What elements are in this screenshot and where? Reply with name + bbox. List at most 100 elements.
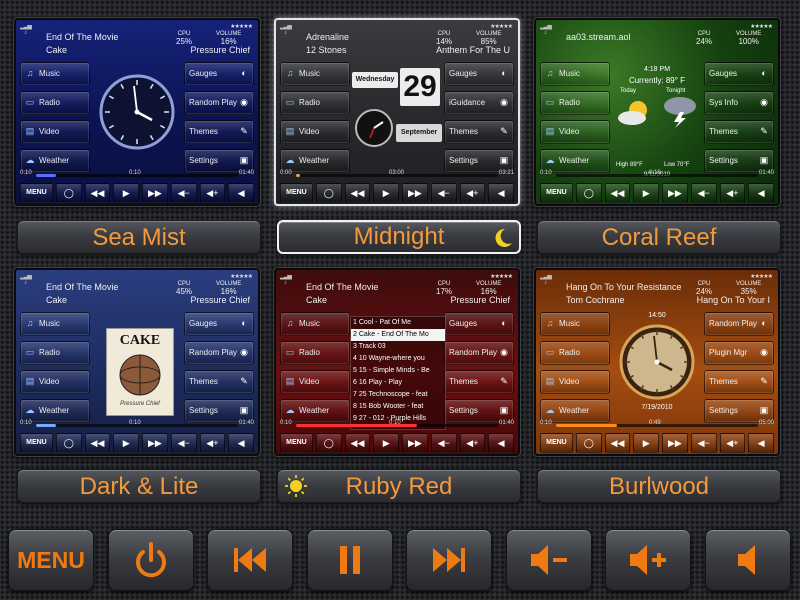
menu-button-gauges[interactable]: Gauges ◐	[704, 62, 774, 86]
playlist-item[interactable]: 6 16 Play - Play	[351, 377, 445, 389]
progress-bar[interactable]: 0:10 0:10 01:40	[280, 420, 514, 430]
pause-button[interactable]	[306, 529, 393, 591]
prev-icon[interactable]: ◀◀	[84, 183, 111, 203]
menu-button[interactable]: MENU	[540, 433, 573, 453]
theme-label-coral-reef[interactable]: Coral Reef	[537, 220, 781, 254]
theme-preview-dark-lite[interactable]: ▂▃▅ ★★★★★ ♪ End Of The Movie Cake Pressure Ch…	[14, 268, 260, 456]
menu-button-video[interactable]: ▤ Video	[20, 370, 90, 394]
menu-button[interactable]: MENU	[8, 529, 94, 591]
menu-button-themes[interactable]: Themes ✎	[444, 120, 514, 144]
prev-icon[interactable]: ◀◀	[344, 433, 371, 453]
menu-button[interactable]: MENU	[280, 433, 313, 453]
theme-label-midnight[interactable]: Midnight	[277, 220, 521, 254]
menu-button-random-play[interactable]: Random Play ◉	[184, 91, 254, 115]
play-icon[interactable]: ▶	[113, 433, 140, 453]
mute-icon[interactable]: ◀	[748, 433, 774, 453]
playlist-item[interactable]: 7 25 Technoscope - feat	[351, 389, 445, 401]
theme-preview-burlwood[interactable]: ▂▃▅ ★★★★★ ♪ Hang On To Your Resistance Tom C…	[534, 268, 780, 456]
vol-down-icon[interactable]: ◀−	[430, 183, 457, 203]
progress-bar[interactable]: 0:10 0:10 01:40	[20, 170, 254, 180]
menu-button-music[interactable]: ♫ Music	[540, 312, 610, 336]
play-icon[interactable]: ▶	[113, 183, 140, 203]
play-icon[interactable]: ▶	[633, 183, 660, 203]
power-button[interactable]	[107, 529, 194, 591]
menu-button-random-play[interactable]: Random Play ◉	[184, 341, 254, 365]
menu-button-themes[interactable]: Themes ✎	[704, 120, 774, 144]
vol-down-icon[interactable]: ◀−	[690, 183, 717, 203]
theme-preview-sea-mist[interactable]: ▂▃▅ ★★★★★ ♪ End Of The Movie Cake Pressure Ch…	[14, 18, 260, 206]
theme-preview-midnight[interactable]: ▂▃▅ ★★★★★ ♪ Adrenaline 12 Stones Anthem For T…	[274, 18, 520, 206]
menu-button-sys-info[interactable]: Sys Info ◉	[704, 91, 774, 115]
menu-button-gauges[interactable]: Gauges ◐	[444, 312, 514, 336]
play-icon[interactable]: ▶	[373, 433, 400, 453]
playlist-item[interactable]: 2 Cake - End Of The Mo	[351, 329, 445, 341]
menu-button-random-play[interactable]: Random Play ◐	[704, 312, 774, 336]
prev-icon[interactable]: ◀◀	[84, 433, 111, 453]
menu-button-video[interactable]: ▤ Video	[540, 120, 610, 144]
menu-button-themes[interactable]: Themes ✎	[704, 370, 774, 394]
menu-button[interactable]: MENU	[20, 183, 53, 203]
menu-button-gauges[interactable]: Gauges ◐	[444, 62, 514, 86]
menu-button[interactable]: MENU	[20, 433, 53, 453]
menu-button-themes[interactable]: Themes ✎	[444, 370, 514, 394]
theme-label-dark-lite[interactable]: Dark & Lite	[17, 469, 261, 503]
menu-button-themes[interactable]: Themes ✎	[184, 120, 254, 144]
menu-button[interactable]: MENU	[540, 183, 573, 203]
next-icon[interactable]: ▶▶	[142, 433, 168, 453]
menu-button-iguidance[interactable]: iGuidance ◉	[444, 91, 514, 115]
menu-button-gauges[interactable]: Gauges ◐	[184, 312, 254, 336]
prev-icon[interactable]: ◀◀	[604, 433, 631, 453]
power-icon[interactable]: ◯	[575, 433, 602, 453]
power-icon[interactable]: ◯	[55, 433, 82, 453]
next-icon[interactable]: ▶▶	[402, 183, 428, 203]
playlist-item[interactable]: 1 Cool - Pat Of Me	[351, 317, 445, 329]
next-icon[interactable]: ▶▶	[402, 433, 428, 453]
playlist-item[interactable]: 4 10 Wayne-where you	[351, 353, 445, 365]
vol-up-icon[interactable]: ◀+	[199, 183, 226, 203]
menu-button-video[interactable]: ▤ Video	[280, 120, 350, 144]
play-icon[interactable]: ▶	[373, 183, 400, 203]
vol-down-icon[interactable]: ◀−	[170, 433, 197, 453]
vol-up-icon[interactable]: ◀+	[459, 433, 486, 453]
power-icon[interactable]: ◯	[55, 183, 82, 203]
mute-button[interactable]	[704, 529, 791, 591]
theme-label-sea-mist[interactable]: Sea Mist	[17, 220, 261, 254]
mute-icon[interactable]: ◀	[228, 433, 254, 453]
next-icon[interactable]: ▶▶	[662, 183, 688, 203]
menu-button-video[interactable]: ▤ Video	[280, 370, 350, 394]
menu-button-music[interactable]: ♫ Music	[540, 62, 610, 86]
play-icon[interactable]: ▶	[633, 433, 660, 453]
mute-icon[interactable]: ◀	[228, 183, 254, 203]
menu-button-radio[interactable]: ▭ Radio	[20, 91, 90, 115]
theme-preview-coral-reef[interactable]: ▂▃▅ ★★★★★ ♪ aa03.stream.aol CPU 24% VOLUME 100%…	[534, 18, 780, 206]
theme-label-burlwood[interactable]: Burlwood	[537, 469, 781, 503]
mute-icon[interactable]: ◀	[748, 183, 774, 203]
power-icon[interactable]: ◯	[575, 183, 602, 203]
previous-button[interactable]	[207, 529, 293, 591]
theme-label-ruby-red[interactable]: Ruby Red	[277, 469, 521, 503]
menu-button-music[interactable]: ♫ Music	[20, 62, 90, 86]
menu-button-video[interactable]: ▤ Video	[20, 120, 90, 144]
menu-button-radio[interactable]: ▭ Radio	[20, 341, 90, 365]
prev-icon[interactable]: ◀◀	[604, 183, 631, 203]
menu-button-radio[interactable]: ▭ Radio	[280, 91, 350, 115]
playlist-item[interactable]: 5 15 - Simple Minds - Be	[351, 365, 445, 377]
vol-down-icon[interactable]: ◀−	[170, 183, 197, 203]
vol-up-icon[interactable]: ◀+	[719, 433, 746, 453]
vol-down-icon[interactable]: ◀−	[430, 433, 457, 453]
theme-preview-ruby-red[interactable]: ▂▃▅ ★★★★★ ♪ End Of The Movie Cake Pressure Ch…	[274, 268, 520, 456]
progress-bar[interactable]: 0:10 0:49 05:00	[540, 420, 774, 430]
menu-button-video[interactable]: ▤ Video	[540, 370, 610, 394]
next-icon[interactable]: ▶▶	[142, 183, 168, 203]
power-icon[interactable]: ◯	[315, 433, 342, 453]
playlist-item[interactable]: 8 15 Bob Wooter - feat	[351, 401, 445, 413]
next-icon[interactable]: ▶▶	[662, 433, 688, 453]
menu-button-music[interactable]: ♫ Music	[280, 312, 350, 336]
playlist-item[interactable]: 3 Track 03	[351, 341, 445, 353]
menu-button-radio[interactable]: ▭ Radio	[280, 341, 350, 365]
menu-button-plugin-mgr[interactable]: Plugin Mgr ◉	[704, 341, 774, 365]
vol-up-icon[interactable]: ◀+	[459, 183, 486, 203]
mute-icon[interactable]: ◀	[488, 433, 514, 453]
vol-up-icon[interactable]: ◀+	[719, 183, 746, 203]
menu-button[interactable]: MENU	[280, 183, 313, 203]
